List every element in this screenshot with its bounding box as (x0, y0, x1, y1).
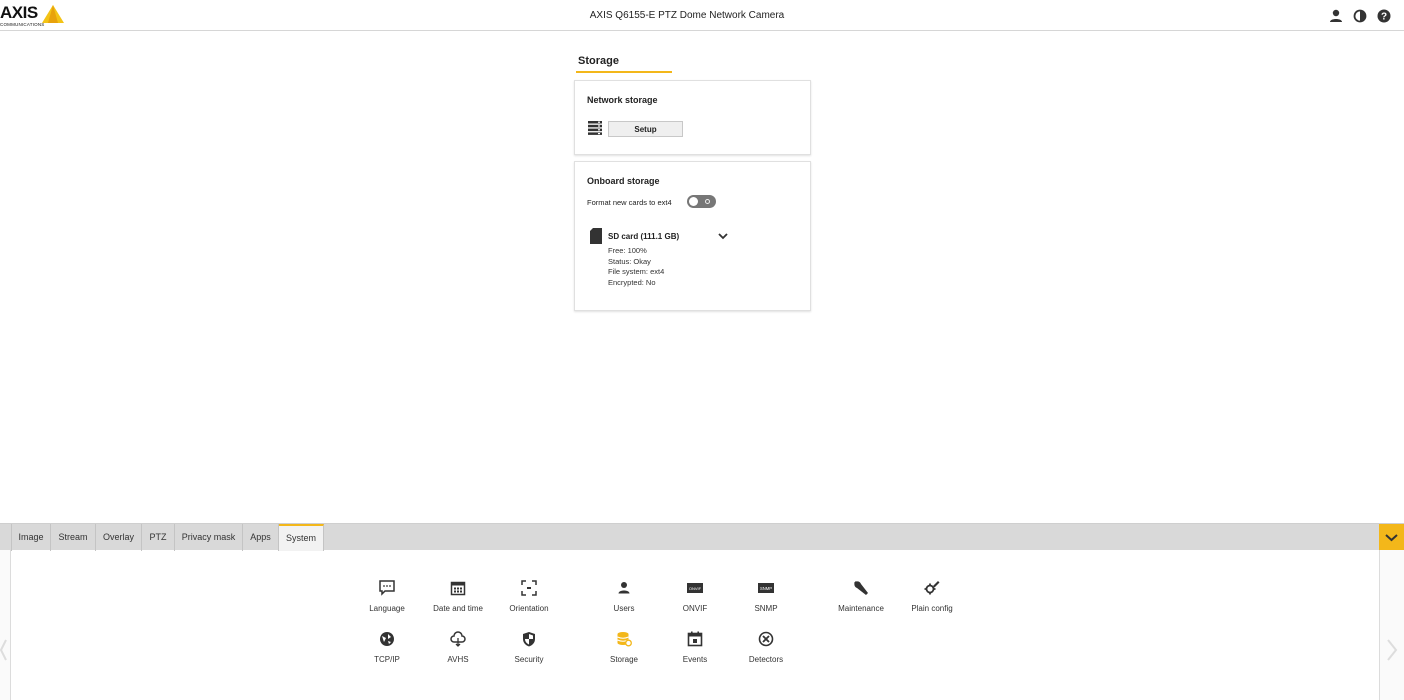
snmp-icon: SNMP (758, 583, 774, 593)
logo-subtext: COMMUNICATIONS (0, 22, 45, 27)
language-label: Language (369, 604, 405, 613)
tab-ptz[interactable]: PTZ (142, 524, 175, 551)
system-detectors[interactable]: Detectors (726, 631, 806, 677)
collapse-panel-button[interactable] (1379, 524, 1404, 551)
users-label: Users (613, 604, 635, 613)
chevron-down-icon (1385, 534, 1398, 542)
scroll-right-icon[interactable] (1385, 638, 1399, 662)
detectors-icon (758, 631, 774, 647)
sd-free: Free: 100% (608, 246, 647, 255)
system-date-time[interactable]: Date and time (418, 580, 498, 626)
tab-overlay[interactable]: Overlay (96, 524, 142, 551)
scroll-left-icon[interactable] (0, 638, 8, 662)
storage-label: Storage (609, 655, 639, 664)
contrast-icon[interactable] (1352, 8, 1368, 24)
shield-icon (523, 632, 535, 647)
toggle-knob (689, 197, 698, 206)
chevron-down-icon[interactable] (718, 232, 728, 240)
onvif-label: ONVIF (682, 604, 708, 613)
left-scroll-strip (0, 550, 11, 700)
avhs-label: AVHS (447, 655, 469, 664)
system-language[interactable]: Language (347, 580, 427, 626)
tab-image[interactable]: Image (11, 524, 51, 551)
sd-filesystem: File system: ext4 (608, 267, 665, 276)
security-label: Security (514, 655, 544, 664)
svg-text:?: ? (1381, 12, 1387, 23)
sd-card-icon (590, 228, 602, 244)
tab-bar: Image Stream Overlay PTZ Privacy mask Ap… (0, 523, 1404, 551)
detectors-label: Detectors (748, 655, 784, 664)
toggle-off-indicator (705, 199, 710, 204)
calendar-icon (450, 581, 466, 596)
svg-text:ONVIF: ONVIF (689, 586, 702, 591)
sd-card-title: SD card (111.1 GB) (608, 232, 680, 241)
network-globe-icon (380, 632, 394, 646)
system-tcpip[interactable]: TCP/IP (347, 631, 427, 677)
tab-stream[interactable]: Stream (51, 524, 96, 551)
system-users[interactable]: Users (584, 580, 664, 626)
network-storage-card: Network storage Setup (574, 80, 811, 155)
help-icon[interactable]: ? (1376, 8, 1392, 24)
language-icon (379, 580, 395, 596)
system-plain-config[interactable]: Plain config (892, 580, 972, 626)
date-time-label: Date and time (433, 604, 483, 613)
page-title: Storage (578, 55, 619, 67)
onvif-icon: ONVIF (687, 583, 703, 593)
system-maintenance[interactable]: Maintenance (821, 580, 901, 626)
tab-apps[interactable]: Apps (243, 524, 279, 551)
plain-config-label: Plain config (911, 604, 953, 613)
format-ext4-label: Format new cards to ext4 (587, 198, 672, 207)
orientation-label: Orientation (509, 604, 549, 613)
system-onvif[interactable]: ONVIF ONVIF (655, 580, 735, 626)
snmp-label: SNMP (754, 604, 778, 613)
plain-config-icon (924, 581, 940, 595)
tcpip-label: TCP/IP (374, 655, 400, 664)
title-underline (576, 71, 672, 73)
settings-panel: Image Stream Overlay PTZ Privacy mask Ap… (0, 523, 1404, 700)
system-events[interactable]: Events (655, 631, 735, 677)
tab-privacy-mask[interactable]: Privacy mask (175, 524, 243, 551)
maintenance-label: Maintenance (838, 604, 884, 613)
cloud-icon (450, 631, 466, 647)
system-snmp[interactable]: SNMP SNMP (726, 580, 806, 626)
onboard-storage-title: Onboard storage (587, 176, 660, 186)
system-avhs[interactable]: AVHS (418, 631, 498, 677)
tab-system[interactable]: System (279, 524, 324, 551)
network-storage-icon (588, 121, 602, 135)
onboard-storage-card: Onboard storage Format new cards to ext4… (574, 161, 811, 311)
sd-encrypted: Encrypted: No (608, 278, 656, 287)
top-header: AXIS COMMUNICATIONS AXIS Q6155-E PTZ Dom… (0, 0, 1404, 31)
wrench-icon (854, 581, 868, 595)
format-ext4-toggle[interactable] (687, 195, 716, 208)
system-storage[interactable]: Storage (584, 631, 664, 677)
system-security[interactable]: Security (489, 631, 569, 677)
events-label: Events (682, 655, 708, 664)
orientation-icon (521, 580, 537, 596)
storage-icon (617, 632, 632, 647)
setup-button[interactable]: Setup (608, 121, 683, 137)
network-storage-title: Network storage (587, 95, 658, 105)
system-orientation[interactable]: Orientation (489, 580, 569, 626)
camera-title: AXIS Q6155-E PTZ Dome Network Camera (589, 10, 785, 21)
events-calendar-icon (687, 631, 703, 647)
right-scroll-strip (1379, 550, 1404, 700)
user-icon (618, 582, 630, 594)
sd-status: Status: Okay (608, 257, 651, 266)
user-icon[interactable] (1328, 8, 1344, 24)
svg-text:SNMP: SNMP (760, 586, 772, 591)
